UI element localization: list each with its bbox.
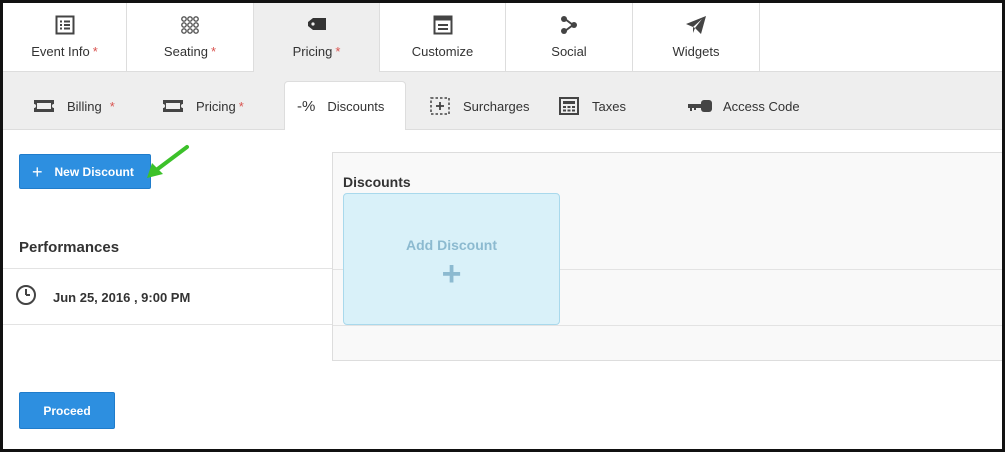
tab-seating[interactable]: Seating *	[127, 3, 254, 72]
subtab-discounts[interactable]: -% Discounts	[284, 81, 406, 130]
divider	[3, 324, 333, 325]
add-discount-card[interactable]: Add Discount +	[343, 193, 560, 325]
subtab-label: Access Code	[723, 98, 800, 114]
green-arrow-annotation	[147, 145, 189, 178]
performances-title: Performances	[19, 239, 120, 256]
subtab-label: Surcharges	[463, 98, 530, 114]
seat-grid-icon	[178, 13, 202, 37]
plus-box-icon	[427, 96, 453, 116]
required-marker: *	[211, 44, 217, 59]
required-marker: *	[92, 44, 98, 59]
tab-label: Event Info	[31, 44, 90, 59]
new-discount-label: New Discount	[54, 164, 134, 179]
percent-icon: -%	[297, 97, 316, 115]
subtab-surcharges[interactable]: Surcharges	[427, 82, 529, 130]
proceed-button[interactable]: Proceed	[19, 392, 115, 429]
tab-label: Pricing	[292, 44, 333, 59]
required-marker: *	[238, 98, 244, 114]
subtab-taxes[interactable]: Taxes	[556, 82, 626, 130]
calculator-icon	[556, 96, 582, 116]
discounts-panel: Discounts Add Discount +	[332, 152, 1002, 361]
divider	[333, 325, 1002, 326]
window-icon	[431, 13, 455, 37]
subtab-label: Pricing	[196, 98, 236, 114]
app-frame: Event Info * Seating * Pricing * Customize …	[0, 0, 1005, 452]
sub-tab-bar: Billing * Pricing * -% Discounts Surcharge…	[3, 72, 1002, 130]
subtab-pricing[interactable]: Pricing *	[160, 82, 244, 130]
subtab-access-code[interactable]: Access Code	[687, 82, 800, 130]
tab-customize[interactable]: Customize	[380, 3, 506, 72]
tab-social[interactable]: Social	[506, 3, 633, 72]
required-marker: *	[335, 44, 341, 59]
tab-label: Seating	[163, 44, 209, 59]
top-tab-bar: Event Info * Seating * Pricing * Customize …	[3, 3, 1002, 72]
ticket-icon	[31, 96, 57, 116]
add-discount-label: Add Discount	[406, 237, 497, 253]
tab-pricing[interactable]: Pricing *	[254, 3, 380, 72]
subtab-billing[interactable]: Billing *	[31, 82, 115, 130]
share-icon	[557, 13, 581, 37]
list-icon	[53, 13, 77, 37]
ticket-icon	[160, 96, 186, 116]
key-icon	[687, 96, 713, 116]
divider	[3, 268, 333, 269]
clock-icon	[15, 284, 37, 311]
plus-icon: +	[32, 161, 43, 182]
tab-label: Customize	[411, 44, 474, 59]
tab-label: Social	[551, 44, 587, 59]
tab-label: Widgets	[672, 44, 720, 59]
tag-icon	[305, 13, 329, 37]
tab-widgets[interactable]: Widgets	[633, 3, 760, 72]
paper-plane-icon	[684, 13, 708, 37]
subtab-label: Discounts	[327, 98, 385, 114]
tab-event-info[interactable]: Event Info *	[3, 3, 127, 72]
performance-row[interactable]: Jun 25, 2016 , 9:00 PM	[15, 284, 191, 311]
plus-icon: +	[441, 255, 462, 293]
performance-date: Jun 25, 2016 , 9:00 PM	[53, 289, 191, 305]
required-marker: *	[109, 98, 115, 114]
discounts-title: Discounts	[343, 174, 411, 190]
subtab-label: Taxes	[592, 98, 626, 114]
new-discount-button[interactable]: + New Discount	[19, 154, 151, 189]
subtab-label: Billing	[67, 98, 102, 114]
